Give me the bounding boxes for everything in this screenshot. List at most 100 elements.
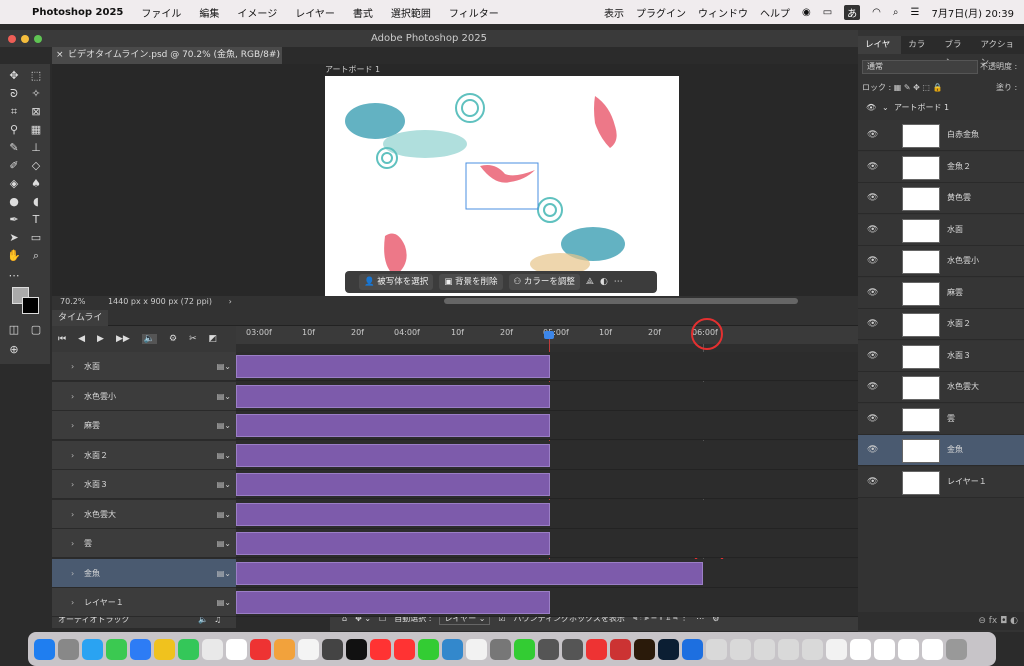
layer-row[interactable]: 👁 麻雲 <box>858 277 1024 309</box>
video-clip-bar[interactable] <box>236 591 551 614</box>
brush-tool-icon[interactable]: ✎ <box>5 140 23 156</box>
menu-type[interactable]: 書式 <box>353 5 373 20</box>
menu-filter[interactable]: フィルター <box>449 5 499 20</box>
screen-mode-icon[interactable]: ▢ <box>27 322 45 338</box>
menu-window[interactable]: ウィンドウ <box>698 5 748 20</box>
eye-icon[interactable]: 👁 <box>866 100 876 116</box>
dock-app-icon[interactable] <box>730 638 751 660</box>
film-strip-icon[interactable]: ▤⌄ <box>217 559 231 588</box>
hand-tool-icon[interactable]: ✋ <box>5 248 23 264</box>
type-tool-icon[interactable]: T <box>27 212 45 228</box>
dock-app-icon[interactable] <box>490 638 511 660</box>
close-window-button[interactable] <box>8 35 16 43</box>
more-options-icon[interactable]: ⋯ <box>614 277 623 287</box>
film-strip-icon[interactable]: ▤⌄ <box>217 441 231 470</box>
dock-app-icon[interactable] <box>322 638 343 660</box>
timeline-track-6[interactable]: › 雲 ▤⌄ <box>52 529 236 558</box>
control-center-icon[interactable]: ☰ <box>911 7 920 18</box>
document-tab[interactable]: × ビデオタイムライン.psd @ 70.2% (金魚, RGB/8#) * <box>52 47 282 77</box>
tab-brush[interactable]: ブラシ <box>937 36 973 68</box>
dock-app-icon[interactable] <box>34 638 55 660</box>
dock-app-icon[interactable] <box>682 638 703 660</box>
eraser-tool-icon[interactable]: ◇ <box>27 158 45 174</box>
play-icon[interactable]: ▶ <box>97 334 104 344</box>
next-frame-icon[interactable]: ▶▶ <box>116 334 130 344</box>
history-brush-icon[interactable]: ✐ <box>5 158 23 174</box>
dock-app-icon[interactable] <box>298 638 319 660</box>
layer-row[interactable]: 👁 雲 <box>858 403 1024 435</box>
video-clip-bar[interactable] <box>236 532 551 555</box>
eye-icon[interactable]: 👁 <box>867 319 878 329</box>
lock-icons[interactable]: ▦ ✎ ✥ ⬚ 🔒 <box>894 83 943 92</box>
zoom-tool-icon[interactable]: ⌕ <box>27 248 45 264</box>
eye-icon[interactable]: 👁 <box>867 225 878 235</box>
frame-tool-icon[interactable]: ⊠ <box>27 104 45 120</box>
dock-app-icon[interactable] <box>154 638 175 660</box>
dock-app-icon[interactable] <box>394 638 415 660</box>
clock[interactable]: 7月7日(月) 20:39 <box>931 5 1014 20</box>
film-strip-icon[interactable]: ▤⌄ <box>217 352 231 381</box>
app-menu[interactable]: Photoshop 2025 <box>32 7 123 18</box>
dock-app-icon[interactable] <box>538 638 559 660</box>
dock-app-icon[interactable] <box>946 638 967 660</box>
horizontal-scrollbar[interactable] <box>444 298 798 304</box>
spot-heal-tool-icon[interactable]: ▦ <box>27 122 45 138</box>
film-strip-icon[interactable]: ▤⌄ <box>217 529 231 558</box>
layer-row[interactable]: 👁 黄色雲 <box>858 183 1024 214</box>
quick-mask-icon[interactable]: ◫ <box>5 322 23 338</box>
rectangle-tool-icon[interactable]: ▭ <box>27 230 45 246</box>
artboard-label[interactable]: アートボード 1 <box>325 64 380 75</box>
chevron-right-icon[interactable]: › <box>71 382 74 411</box>
video-clip-bar[interactable] <box>236 502 551 526</box>
dock-app-icon[interactable] <box>778 638 799 660</box>
dock-app-icon[interactable] <box>58 638 79 660</box>
zoom-window-button[interactable] <box>34 35 42 43</box>
dock-app-icon[interactable] <box>370 638 391 660</box>
timeline-track-1[interactable]: › 水色雲小 ▤⌄ <box>52 381 236 411</box>
film-strip-icon[interactable]: ▤⌄ <box>217 470 231 499</box>
remove-background-button[interactable]: ▣ 背景を削除 <box>439 274 503 290</box>
marquee-tool-icon[interactable]: ⬚ <box>27 68 45 84</box>
crop-tool-icon[interactable]: ⌗ <box>5 104 23 120</box>
video-clip-bar[interactable] <box>236 384 551 408</box>
link-icon[interactable]: ⊖ <box>978 616 986 626</box>
dock-app-icon[interactable] <box>274 638 295 660</box>
timeline-track-3[interactable]: › 水面２ ▤⌄ <box>52 440 236 470</box>
tab-layers[interactable]: レイヤー <box>858 36 902 68</box>
timeline-track-5[interactable]: › 水色雲大 ▤⌄ <box>52 499 236 529</box>
layer-row[interactable]: 👁 水色雲小 <box>858 246 1024 277</box>
chevron-right-icon[interactable]: › <box>71 559 74 588</box>
menu-select[interactable]: 選択範囲 <box>391 5 431 20</box>
playhead-handle[interactable] <box>544 331 554 339</box>
eye-icon[interactable]: 👁 <box>867 382 878 392</box>
eye-icon[interactable]: 👁 <box>867 193 878 203</box>
magic-wand-tool-icon[interactable]: ✧ <box>27 86 45 102</box>
close-tab-icon[interactable]: × <box>56 47 64 64</box>
search-icon[interactable]: ⌕ <box>893 7 899 18</box>
settings-gear-icon[interactable]: ⚙ <box>169 334 177 344</box>
eye-icon[interactable]: 👁 <box>867 162 878 172</box>
lasso-tool-icon[interactable]: ᘐ <box>5 86 23 102</box>
eyedropper-tool-icon[interactable]: ⚲ <box>5 122 23 138</box>
selection-bounding-box[interactable] <box>465 162 539 210</box>
dock-app-icon[interactable] <box>250 638 271 660</box>
dock-app-icon[interactable] <box>634 638 655 660</box>
timeline-track-7[interactable]: › 金魚 ▤⌄ <box>52 558 236 588</box>
menu-file[interactable]: ファイル <box>141 5 181 20</box>
dock-app-icon[interactable] <box>514 638 535 660</box>
dock-app-icon[interactable] <box>922 638 943 660</box>
dock-app-icon[interactable] <box>202 638 223 660</box>
mask-icon[interactable]: ◐ <box>600 277 608 287</box>
transform-icon[interactable]: ⟁ <box>586 277 594 287</box>
share-icon[interactable]: ⊕ <box>5 342 23 358</box>
layer-row[interactable]: 👁 水面 <box>858 214 1024 246</box>
film-strip-icon[interactable]: ▤⌄ <box>217 500 231 529</box>
layer-row[interactable]: 👁 レイヤー１ <box>858 466 1024 498</box>
menu-image[interactable]: イメージ <box>237 5 277 20</box>
blur-tool-icon[interactable]: ♠ <box>27 176 45 192</box>
eye-icon[interactable]: 👁 <box>867 414 878 424</box>
video-clip-bar[interactable] <box>236 443 551 467</box>
timeline-track-0[interactable]: › 水面 ▤⌄ <box>52 352 236 381</box>
eye-icon[interactable]: 👁 <box>867 477 878 487</box>
artboard-group-row[interactable]: 👁 ⌄ アートボード 1 <box>860 100 1024 116</box>
